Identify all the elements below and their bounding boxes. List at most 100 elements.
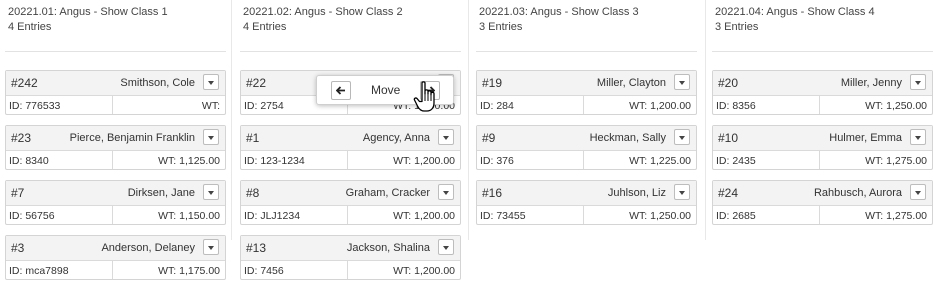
entry-card[interactable]: #16 Juhlson, Liz ID: 73455 WT: 1,250.00 — [476, 180, 697, 225]
entry-exhibitor-name: Miller, Jenny — [840, 77, 902, 89]
column-title: 20221.04: Angus - Show Class 4 — [715, 6, 875, 18]
chevron-down-icon[interactable] — [203, 239, 219, 255]
card-divider — [347, 260, 348, 279]
entry-card-body: ID: 73455 WT: 1,250.00 — [477, 205, 696, 224]
arrow-left-icon — [335, 86, 345, 95]
entry-id: ID: 8356 — [716, 100, 756, 112]
card-divider — [112, 150, 113, 169]
chevron-down-icon[interactable] — [910, 129, 926, 145]
card-divider — [583, 150, 584, 169]
entry-number: #10 — [718, 131, 739, 145]
entry-card-body: ID: 123-1234 WT: 1,200.00 — [241, 150, 460, 169]
entry-id: ID: 56756 — [9, 210, 55, 222]
entry-number: #20 — [718, 76, 739, 90]
entry-exhibitor-name: Heckman, Sally — [589, 132, 666, 144]
entry-card-header: #13 Jackson, Shalina — [241, 236, 460, 261]
entry-weight: WT: — [201, 100, 220, 112]
card-divider — [583, 205, 584, 224]
entry-card-body: ID: 284 WT: 1,200.00 — [477, 95, 696, 114]
entry-card[interactable]: #1 Agency, Anna ID: 123-1234 WT: 1,200.0… — [240, 125, 461, 170]
card-divider — [347, 205, 348, 224]
entry-card[interactable]: #10 Hulmer, Emma ID: 2435 WT: 1,275.00 — [712, 125, 933, 170]
entry-card[interactable]: #23 Pierce, Benjamin Franklin ID: 8340 W… — [5, 125, 226, 170]
entry-number: #19 — [482, 76, 503, 90]
entry-weight: WT: 1,200.00 — [393, 210, 455, 222]
entry-exhibitor-name: Miller, Clayton — [596, 77, 666, 89]
entry-card-header: #20 Miller, Jenny — [713, 71, 932, 96]
card-divider — [819, 205, 820, 224]
entry-exhibitor-name: Dirksen, Jane — [127, 187, 195, 199]
chevron-down-icon[interactable] — [438, 129, 454, 145]
entry-card[interactable]: #7 Dirksen, Jane ID: 56756 WT: 1,150.00 — [5, 180, 226, 225]
entry-card-body: ID: 7456 WT: 1,200.00 — [241, 260, 460, 279]
entry-card-header: #3 Anderson, Delaney — [6, 236, 225, 261]
entry-card-body: ID: JLJ1234 WT: 1,200.00 — [241, 205, 460, 224]
show-class-column: 20221.03: Angus - Show Class 3 3 Entries… — [476, 0, 701, 287]
show-class-column: 20221.04: Angus - Show Class 4 3 Entries… — [712, 0, 933, 287]
column-divider — [705, 0, 706, 240]
entry-card-body: ID: 2685 WT: 1,275.00 — [713, 205, 932, 224]
entry-card-body: ID: 776533 WT: — [6, 95, 225, 114]
chevron-down-icon[interactable] — [910, 184, 926, 200]
entry-number: #22 — [246, 76, 267, 90]
entry-card[interactable]: #19 Miller, Clayton ID: 284 WT: 1,200.00 — [476, 70, 697, 115]
entry-id: ID: 2754 — [244, 100, 284, 112]
column-divider-line — [712, 51, 933, 52]
entry-card[interactable]: #9 Heckman, Sally ID: 376 WT: 1,225.00 — [476, 125, 697, 170]
entry-exhibitor-name: Anderson, Delaney — [101, 242, 195, 254]
entry-card[interactable]: #3 Anderson, Delaney ID: mca7898 WT: 1,1… — [5, 235, 226, 280]
entry-card[interactable]: #13 Jackson, Shalina ID: 7456 WT: 1,200.… — [240, 235, 461, 280]
entry-weight: WT: 1,250.00 — [865, 100, 927, 112]
chevron-down-icon[interactable] — [438, 184, 454, 200]
entry-exhibitor-name: Juhlson, Liz — [607, 187, 666, 199]
entry-card-body: ID: 8356 WT: 1,250.00 — [713, 95, 932, 114]
entry-id: ID: 123-1234 — [244, 155, 305, 167]
entry-card[interactable]: #24 Rahbusch, Aurora ID: 2685 WT: 1,275.… — [712, 180, 933, 225]
entry-id: ID: 73455 — [480, 210, 526, 222]
entry-card-body: ID: 376 WT: 1,225.00 — [477, 150, 696, 169]
chevron-down-icon[interactable] — [203, 74, 219, 90]
column-divider — [231, 0, 232, 240]
card-divider — [112, 95, 113, 114]
show-class-column: 20221.01: Angus - Show Class 1 4 Entries… — [5, 0, 230, 287]
entry-number: #3 — [11, 241, 25, 255]
entry-card[interactable]: #8 Graham, Cracker ID: JLJ1234 WT: 1,200… — [240, 180, 461, 225]
entry-weight: WT: 1,275.00 — [865, 155, 927, 167]
entry-id: ID: 284 — [480, 100, 514, 112]
entry-weight: WT: 1,125.00 — [158, 155, 220, 167]
chevron-down-icon[interactable] — [674, 184, 690, 200]
entry-weight: WT: 1,225.00 — [629, 155, 691, 167]
chevron-down-icon[interactable] — [910, 74, 926, 90]
entry-card[interactable]: #242 Smithson, Cole ID: 776533 WT: — [5, 70, 226, 115]
chevron-down-icon[interactable] — [203, 184, 219, 200]
entry-card-body: ID: 56756 WT: 1,150.00 — [6, 205, 225, 224]
card-divider — [112, 260, 113, 279]
entry-number: #23 — [11, 131, 32, 145]
card-divider — [819, 95, 820, 114]
entry-weight: WT: 1,275.00 — [865, 210, 927, 222]
entry-number: #24 — [718, 186, 739, 200]
entry-id: ID: 7456 — [244, 265, 284, 277]
entry-number: #7 — [11, 186, 25, 200]
entry-card-body: ID: 2435 WT: 1,275.00 — [713, 150, 932, 169]
entry-id: ID: 776533 — [9, 100, 61, 112]
entry-count: 3 Entries — [479, 21, 523, 33]
entry-card-header: #10 Hulmer, Emma — [713, 126, 932, 151]
entry-count: 3 Entries — [715, 21, 759, 33]
entry-number: #8 — [246, 186, 260, 200]
chevron-down-icon[interactable] — [203, 129, 219, 145]
entry-id: ID: 2435 — [716, 155, 756, 167]
entry-weight: WT: 1,175.00 — [158, 265, 220, 277]
column-divider-line — [5, 51, 226, 52]
entry-exhibitor-name: Smithson, Cole — [120, 77, 195, 89]
entry-card-header: #16 Juhlson, Liz — [477, 181, 696, 206]
move-left-button[interactable] — [331, 81, 351, 100]
chevron-down-icon[interactable] — [438, 239, 454, 255]
chevron-down-icon[interactable] — [674, 74, 690, 90]
card-divider — [583, 95, 584, 114]
card-divider — [819, 150, 820, 169]
entry-card[interactable]: #20 Miller, Jenny ID: 8356 WT: 1,250.00 — [712, 70, 933, 115]
chevron-down-icon[interactable] — [674, 129, 690, 145]
entry-card-header: #19 Miller, Clayton — [477, 71, 696, 96]
entry-number: #9 — [482, 131, 496, 145]
